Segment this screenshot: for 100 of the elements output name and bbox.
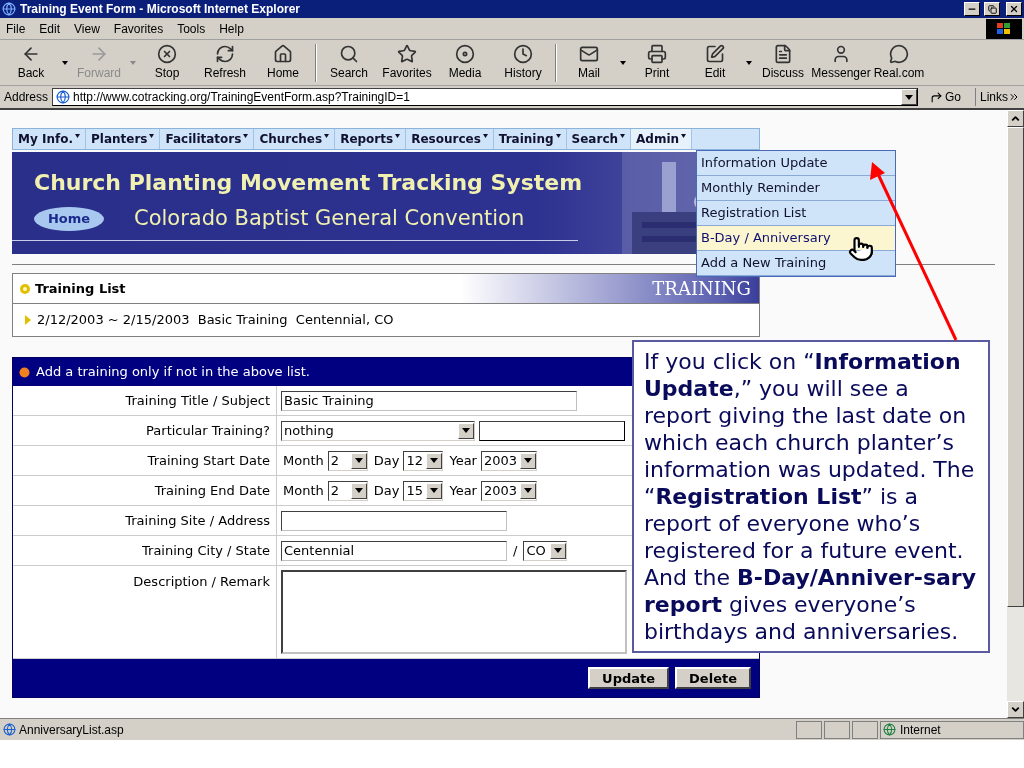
caret-icon[interactable]: [746, 60, 752, 65]
text-field[interactable]: [281, 510, 507, 531]
toolbar-button[interactable]: Favorites: [378, 43, 436, 82]
form-header: Add a training only if not in the above list.: [36, 363, 310, 382]
field-label: Month: [283, 451, 324, 470]
toolbar-button[interactable]: Home: [254, 43, 312, 82]
menu-item[interactable]: Tools: [177, 19, 206, 38]
field-label: Training Start Date: [147, 451, 270, 470]
scroll-up-icon[interactable]: [1010, 113, 1021, 124]
text-field[interactable]: Basic Training: [281, 390, 577, 411]
caret-icon: [462, 428, 470, 433]
speech-bubble-icon: [889, 43, 909, 64]
menu-item[interactable]: Help: [219, 19, 244, 38]
toolbar-button[interactable]: History: [494, 43, 552, 82]
dropdown-arrow-button[interactable]: [550, 542, 567, 559]
dropdown-arrow-button[interactable]: [519, 482, 536, 499]
page-icon: [3, 723, 16, 736]
text-field[interactable]: Centennial: [281, 540, 507, 561]
restore-icon: [987, 4, 997, 14]
window-title: Training Event Form - Microsoft Internet Explorer: [20, 1, 302, 18]
dropdown-field[interactable]: 2003: [480, 450, 537, 471]
caret-icon: [482, 134, 488, 138]
text-area[interactable]: [281, 570, 627, 654]
toolbar-button[interactable]: Real.com: [870, 43, 928, 82]
toolbar-button[interactable]: Discuss: [754, 43, 812, 82]
caret-icon: [681, 134, 687, 138]
windows-logo: [986, 19, 1022, 39]
field-label: Training City / State: [142, 541, 270, 560]
close-button[interactable]: [1006, 2, 1022, 16]
dropdown-field[interactable]: 12: [403, 450, 444, 471]
toolbar-button[interactable]: Mail: [560, 43, 618, 82]
caret-icon: [555, 134, 561, 138]
dropdown-arrow-button[interactable]: [426, 452, 443, 469]
vertical-scrollbar[interactable]: [1007, 110, 1024, 718]
stop-icon: [157, 43, 177, 64]
caret-icon: [620, 134, 626, 138]
toolbar-button[interactable]: Media: [436, 43, 494, 82]
hand-cursor-icon: [848, 236, 874, 262]
status-text: AnniversaryList.asp: [19, 721, 125, 739]
dropdown-arrow-button[interactable]: [350, 452, 367, 469]
refresh-icon: [215, 43, 235, 64]
menu-item[interactable]: File: [6, 19, 26, 38]
toolbar-button[interactable]: Refresh: [196, 43, 254, 82]
address-field[interactable]: http://www.cotracking.org/TrainingEventForm.asp?TrainingID=1: [52, 88, 918, 106]
caret-icon: [554, 548, 563, 553]
field-label: Description / Remark: [133, 573, 270, 591]
caret-icon: [430, 458, 439, 463]
printer-icon: [647, 43, 667, 64]
nav-menu-item[interactable]: Admin: [631, 129, 693, 149]
browser-icon: [2, 2, 16, 16]
dropdown-field[interactable]: 2: [327, 480, 368, 501]
caret-icon: [523, 488, 532, 493]
dropdown-field[interactable]: nothing: [281, 420, 475, 441]
dropdown-field[interactable]: 2003: [480, 480, 537, 501]
star-icon: [397, 43, 417, 64]
text-field[interactable]: [479, 420, 625, 441]
form-button[interactable]: Update: [588, 667, 670, 689]
go-arrow-icon: [929, 90, 943, 104]
toolbar-button[interactable]: Print: [628, 43, 686, 82]
dropdown-field[interactable]: 2: [327, 450, 368, 471]
field-label: Training Site / Address: [125, 511, 270, 530]
close-icon: [1009, 4, 1019, 14]
field-label: Year: [449, 481, 477, 500]
toolbar-button[interactable]: Back: [2, 43, 60, 82]
caret-icon: [430, 488, 439, 493]
training-entry[interactable]: 2/12/2003 ~ 2/15/2003 Basic Training Centennial, CO: [37, 310, 394, 330]
caret-icon: [243, 134, 249, 138]
go-button[interactable]: Go: [927, 88, 963, 106]
banner-title: Church Planting Movement Tracking System: [34, 169, 583, 197]
minimize-button[interactable]: [964, 2, 980, 16]
menu-item[interactable]: Favorites: [113, 19, 164, 38]
menu-item[interactable]: View: [74, 19, 100, 38]
caret-icon[interactable]: [62, 60, 68, 65]
toolbar-button[interactable]: Edit: [686, 43, 744, 82]
field-label: Year: [449, 451, 477, 470]
search-icon: [339, 43, 359, 64]
dropdown-field[interactable]: CO: [523, 540, 568, 561]
caret-icon[interactable]: [620, 60, 626, 65]
toolbar-button[interactable]: Stop: [138, 43, 196, 82]
restore-button[interactable]: [984, 2, 1000, 16]
dropdown-arrow-button[interactable]: [426, 482, 443, 499]
callout-text: If you click on “Information Update,” you will see a report giving the last date on which each church planter’s information was updated. The “Registration List” is a report of everyone who’s registered for a future event. And the B-Day/Anniver-sary report gives everyone’s birthdays and anniversaries.: [644, 348, 978, 645]
scroll-down-icon[interactable]: [1010, 704, 1021, 715]
dropdown-arrow-button[interactable]: [350, 482, 367, 499]
caret-icon: [149, 134, 155, 138]
dropdown-field[interactable]: 15: [403, 480, 444, 501]
pencil-icon: [705, 43, 725, 64]
toolbar-button[interactable]: Search: [320, 43, 378, 82]
dropdown-item[interactable]: B-Day / Anniversary: [697, 226, 895, 251]
bullet-icon: [19, 366, 30, 378]
menu-item[interactable]: Edit: [39, 19, 61, 38]
dropdown-arrow-button[interactable]: [900, 89, 917, 105]
caret-icon: [354, 488, 363, 493]
toolbar-button[interactable]: Messenger: [812, 43, 870, 82]
clock-icon: [513, 43, 533, 64]
dropdown-arrow-button[interactable]: [458, 422, 474, 439]
document-icon: [773, 43, 793, 64]
links-button[interactable]: Links: [975, 88, 1020, 106]
form-button[interactable]: Delete: [675, 667, 751, 689]
dropdown-arrow-button[interactable]: [519, 452, 536, 469]
